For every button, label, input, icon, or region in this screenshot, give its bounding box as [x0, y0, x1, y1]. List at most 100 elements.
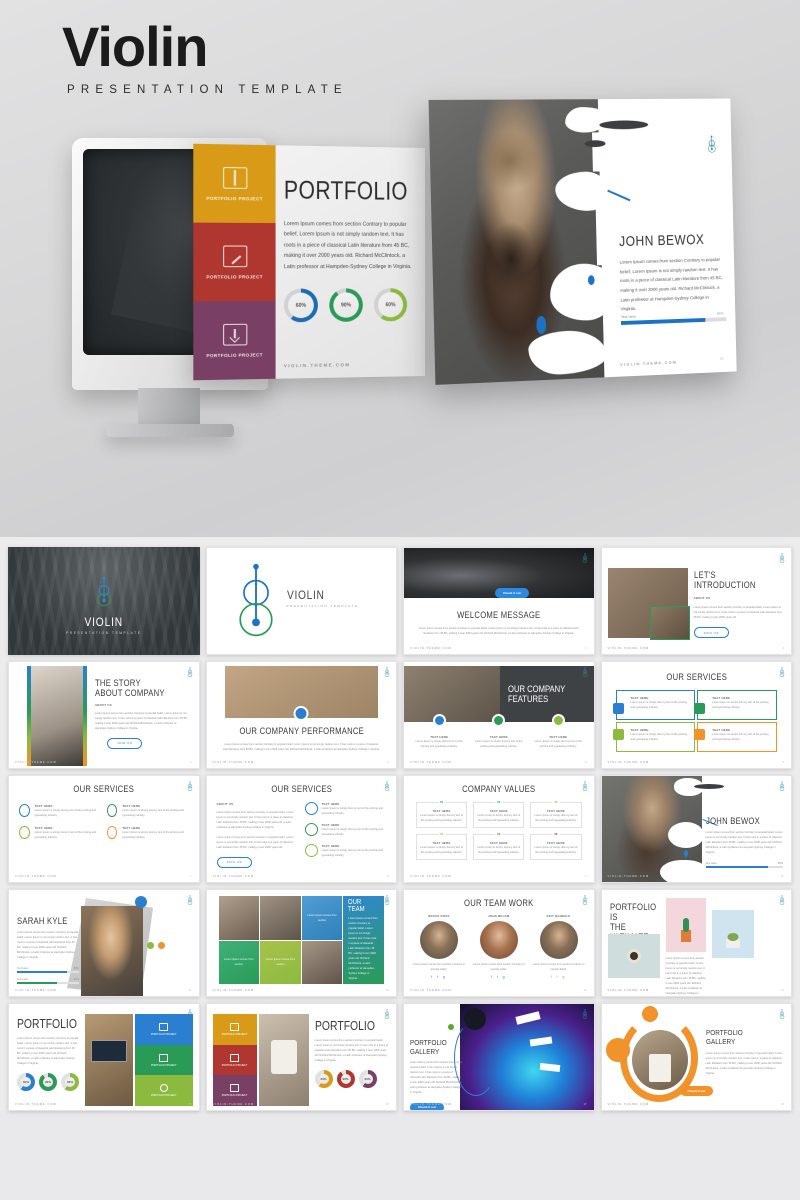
service-item[interactable]: TEXT HERE Lorem Ipsum is simply dummy te… [304, 802, 389, 816]
slide-page-number: 3 [189, 760, 192, 764]
slide-thumbnail[interactable]: Check it out WELCOME MESSAGE Lorem Ipsum… [403, 547, 595, 655]
feature-item[interactable]: TEXT HERE Lorem Ipsum is simply dummy te… [412, 714, 467, 749]
service-body: Lorem Ipsum is simply dummy text of the … [122, 809, 184, 818]
feature-body: Lorem Ipsum is simply dummy text of the … [534, 740, 582, 749]
social-icons[interactable]: f t g [412, 975, 466, 979]
slide-thumbnail[interactable]: VIOLIN PRESENTATION TEMPLATE [8, 547, 200, 655]
laptop-photo [85, 1014, 133, 1106]
slide-thumbnail[interactable]: THE STORY ABOUT COMPANY ABOUT US Lorem I… [8, 661, 200, 769]
value-box[interactable]: 01 TEXT HERE Lorem Ipsum is simply dummy… [416, 800, 468, 829]
value-box[interactable]: 06 TEXT HERE Lorem Ipsum is simply dummy… [530, 832, 582, 861]
value-box[interactable]: 05 TEXT HERE Lorem Ipsum is simply dummy… [473, 832, 525, 861]
slide-thumbnail[interactable]: PORTFOLIO IS THE ULTIMATE Lorem Ipsum co… [600, 889, 792, 997]
portfolio-panel[interactable]: PORTFOLIO PROJECT [193, 300, 276, 381]
value-box[interactable]: 02 TEXT HERE Lorem Ipsum is simply dummy… [473, 800, 525, 829]
slide-body-2: Lorem Ipsum comes from section Contrary … [216, 836, 294, 850]
portfolio-panel-label: PORTFOLIO PROJECT [221, 1063, 248, 1067]
join-us-button[interactable]: JOIN US [107, 737, 143, 749]
portfolio-panel[interactable]: PORTFOLIO PROJECT [135, 1044, 193, 1076]
service-item[interactable]: TEXT HERE Lorem Ipsum is simply dummy te… [304, 844, 389, 858]
slide-thumbnail[interactable]: Lorem Ipsum comes from section OUR TEAM … [205, 889, 397, 997]
check-it-out-button[interactable]: Check it out [679, 1086, 714, 1096]
slide-thumbnail[interactable]: OUR SERVICES ABOUT US Lorem Ipsum comes … [205, 775, 397, 883]
hero-slide-portfolio[interactable]: PORTFOLIO PROJECT PORTFOLIO PROJECT PORT… [193, 143, 425, 381]
portfolio-panel[interactable]: PORTFOLIO PROJECT [135, 1014, 193, 1045]
slide-thumbnail[interactable]: Check it out PORTFOLIO GALLERY Lorem Ips… [600, 1003, 792, 1111]
hero-slide-john-bewox[interactable]: JOHN BEWOX Lorem Ipsum comes from sectio… [428, 98, 737, 385]
social-icons[interactable]: f t g [532, 975, 586, 979]
slide-thumbnail[interactable]: OUR TEAM WORK BRUCE ROSS Lorem Ipsum com… [403, 889, 595, 997]
pencil-icon [230, 1053, 239, 1062]
service-body: Lorem Ipsum is simply dummy text of the … [630, 701, 687, 710]
john-bewox-content: JOHN BEWOX Lorem Ipsum comes from sectio… [606, 99, 736, 377]
slide-title: WELCOME MESSAGE [457, 610, 541, 620]
slide-footer-url: VIOLIN.THEME.COM [607, 760, 650, 764]
slide-thumbnail[interactable]: OUR SERVICES TEXT HERE Lorem Ipsum is si… [8, 775, 200, 883]
slide-body: Lorem Ipsum comes from section Contrary … [665, 957, 706, 996]
portfolio-panel[interactable]: PORTFOLIO PROJECT [212, 1044, 257, 1076]
service-box[interactable]: TEXT HERE Lorem Ipsum is simply dummy te… [612, 690, 696, 720]
team-member[interactable]: BRUCE ROSS Lorem Ipsum comes from sectio… [412, 914, 466, 979]
value-box[interactable]: 03 TEXT HERE Lorem Ipsum is simply dummy… [530, 800, 582, 829]
join-us-button[interactable]: JOIN US [693, 627, 729, 639]
value-number: 06 [552, 832, 560, 837]
slide-footer-url: VIOLIN.THEME.COM [410, 988, 452, 992]
slide-thumbnail[interactable]: COMPANY VALUES 01 TEXT HERE Lorem Ipsum … [403, 775, 595, 883]
service-body: Lorem Ipsum is simply dummy text of the … [122, 831, 184, 840]
slide-thumbnail[interactable]: PORTFOLIO GALLERY Lorem Ipsum comes from… [403, 1003, 595, 1111]
violin-logo-icon [779, 553, 785, 563]
check-it-out-button[interactable]: Check it out [494, 588, 529, 598]
slide-thumbnail[interactable]: VIOLIN PRESENTATION TEMPLATE [205, 547, 397, 655]
team-member[interactable]: KEIT RANDALE Lorem Ipsum comes from sect… [532, 914, 586, 979]
product-photo [665, 898, 706, 952]
member-bio: Lorem Ipsum comes from section Contrary … [472, 963, 525, 972]
portfolio-panel[interactable]: PORTFOLIO PROJECT [193, 222, 276, 302]
portfolio-panel[interactable]: PORTFOLIO PROJECT [193, 143, 276, 224]
feature-item[interactable]: TEXT HERE Lorem Ipsum is simply dummy te… [531, 714, 586, 749]
slide-thumbnail[interactable]: PORTFOLIO PROJECT PORTFOLIO PROJECT PORT… [205, 1003, 397, 1111]
monitor-icon [159, 1022, 169, 1031]
service-item[interactable]: TEXT HERE Lorem Ipsum is simply dummy te… [106, 804, 189, 818]
service-box[interactable]: TEXT HERE Lorem Ipsum is simply dummy te… [694, 690, 777, 720]
download-icon [230, 1084, 239, 1093]
monitor-icon [19, 826, 30, 840]
slide-thumbnail[interactable]: OUR SERVICES TEXT HERE Lorem Ipsum is si… [600, 661, 792, 769]
violin-logo-icon [582, 895, 587, 905]
slide-thumbnail[interactable]: SARAH KYLE Lorem Ipsum comes from sectio… [8, 889, 200, 997]
service-body: Lorem Ipsum is simply dummy text of the … [34, 831, 96, 840]
service-item[interactable]: TEXT HERE Lorem Ipsum is simply dummy te… [106, 826, 189, 840]
portfolio-panel[interactable]: PORTFOLIO PROJECT [212, 1014, 257, 1045]
service-box[interactable]: TEXT HERE Lorem Ipsum is simply dummy te… [612, 722, 696, 752]
feature-item[interactable]: TEXT HERE Lorem Ipsum is simply dummy te… [472, 714, 527, 749]
donut-value: 60% [66, 1080, 73, 1085]
slide-body: Lorem Ipsum comes from section Contrary … [410, 1061, 462, 1095]
violin-logo-icon [582, 781, 587, 791]
slide-thumbnail[interactable]: PORTFOLIO Lorem Ipsum comes from section… [8, 1003, 200, 1111]
monitor-icon [694, 703, 706, 714]
join-us-button[interactable]: JOIN US [216, 856, 252, 868]
slide-thumbnail[interactable]: OUR COMPANY PERFORMANCE Lorem Ipsum come… [205, 661, 397, 769]
service-item[interactable]: TEXT HERE Lorem Ipsum is simply dummy te… [304, 823, 389, 837]
social-icons[interactable]: f t g [472, 975, 526, 979]
splatter-shape [549, 262, 618, 322]
portfolio-panel[interactable]: PORTFOLIO PROJECT [135, 1075, 193, 1107]
progress-value: 80% [73, 967, 79, 971]
slide-page-number: 14 [780, 988, 784, 992]
story-photo [31, 666, 83, 766]
team-member[interactable]: JOHN MILIAM Lorem Ipsum comes from secti… [472, 914, 526, 979]
slide-thumbnail[interactable]: JOHN BEWOX Lorem Ipsum comes from sectio… [600, 775, 792, 883]
slide-thumbnail[interactable]: LET'S INTRODUCTION ABOUT US Lorem Ipsum … [600, 547, 792, 655]
service-item[interactable]: TEXT HERE Lorem Ipsum is simply dummy te… [19, 804, 101, 818]
service-body: Lorem Ipsum is simply dummy text of the … [712, 733, 769, 742]
slide-title: OUR COMPANY PERFORMANCE [238, 726, 364, 736]
violin-logo-icon [582, 1009, 587, 1019]
service-box[interactable]: TEXT HERE Lorem Ipsum is simply dummy te… [694, 722, 777, 752]
portfolio-panel-label: PORTFOLIO PROJECT [206, 351, 263, 358]
value-box[interactable]: 04 TEXT HERE Lorem Ipsum is simply dummy… [416, 832, 468, 861]
service-item[interactable]: TEXT HERE Lorem Ipsum is simply dummy te… [19, 826, 101, 840]
slide-page-number: 15 [188, 1102, 192, 1106]
slide-thumbnail[interactable]: OUR COMPANY FEATURES TEXT HERE Lorem Ips… [403, 661, 595, 769]
value-number: 05 [495, 832, 503, 837]
mug-photo [258, 1014, 309, 1106]
progress-bar [705, 866, 783, 869]
